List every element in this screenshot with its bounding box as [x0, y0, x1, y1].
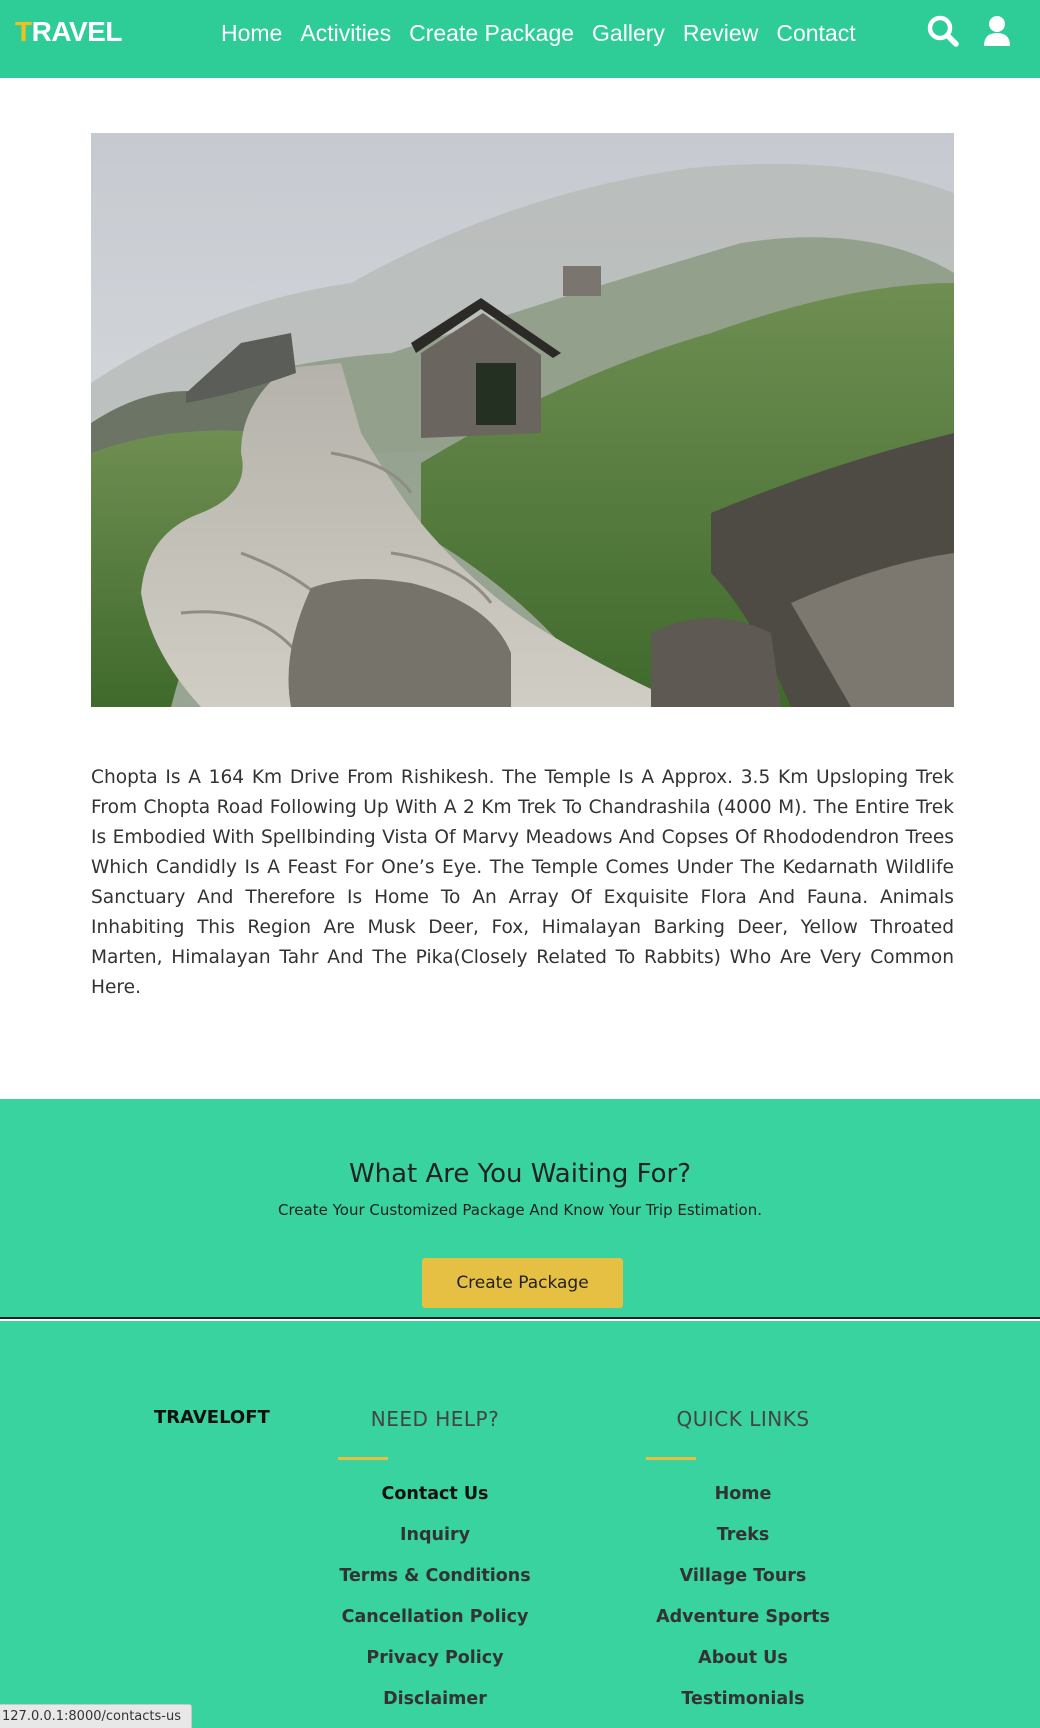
footer-help-column: NEED HELP? Contact Us Inquiry Terms & Co… — [305, 1407, 565, 1720]
footer-link-inquiry[interactable]: Inquiry — [305, 1515, 565, 1556]
search-icon[interactable] — [926, 14, 960, 48]
footer-link-disclaimer[interactable]: Disclaimer — [305, 1679, 565, 1720]
site-logo[interactable]: TRAVEL — [15, 16, 122, 48]
footer-brand: TRAVELOFT — [154, 1407, 270, 1428]
logo-initial: T — [15, 16, 32, 47]
cta-title: What Are You Waiting For? — [348, 1159, 692, 1189]
footer-help-heading: NEED HELP? — [370, 1407, 500, 1431]
main-menu: Home Activities Create Package Gallery R… — [212, 0, 865, 66]
logo-text: RAVEL — [31, 16, 123, 47]
create-package-button[interactable]: Create Package — [422, 1258, 623, 1308]
footer-link-about-us[interactable]: About Us — [613, 1638, 873, 1679]
footer: TRAVELOFT NEED HELP? Contact Us Inquiry … — [0, 1321, 1040, 1728]
footer-link-contact-us[interactable]: Contact Us — [305, 1474, 565, 1515]
footer-link-adventure-sports[interactable]: Adventure Sports — [613, 1597, 873, 1638]
nav-link-review[interactable]: Review — [683, 20, 758, 47]
footer-link-village-tours[interactable]: Village Tours — [613, 1556, 873, 1597]
top-navbar: TRAVEL Home Activities Create Package Ga… — [0, 0, 1040, 78]
footer-link-home[interactable]: Home — [613, 1474, 873, 1515]
cta-section: What Are You Waiting For? Create Your Cu… — [0, 1099, 1040, 1319]
footer-quick-heading: QUICK LINKS — [676, 1407, 810, 1431]
footer-link-testimonials[interactable]: Testimonials — [613, 1679, 873, 1720]
hero-image — [91, 133, 954, 707]
trek-description: Chopta Is A 164 Km Drive From Rishikesh.… — [91, 767, 954, 998]
footer-quick-links-column: QUICK LINKS Home Treks Village Tours Adv… — [613, 1407, 873, 1720]
cta-subtitle: Create Your Customized Package And Know … — [278, 1201, 762, 1219]
footer-link-terms[interactable]: Terms & Conditions — [305, 1556, 565, 1597]
status-bar-url: 127.0.0.1:8000/contacts-us — [0, 1704, 192, 1728]
nav-link-home[interactable]: Home — [221, 20, 282, 47]
nav-link-gallery[interactable]: Gallery — [592, 20, 665, 47]
nav-link-activities[interactable]: Activities — [300, 20, 391, 47]
footer-link-treks[interactable]: Treks — [613, 1515, 873, 1556]
user-icon[interactable] — [980, 14, 1014, 48]
footer-link-privacy[interactable]: Privacy Policy — [305, 1638, 565, 1679]
heading-underline — [646, 1457, 696, 1460]
footer-link-cancellation[interactable]: Cancellation Policy — [305, 1597, 565, 1638]
nav-link-contact[interactable]: Contact — [776, 20, 855, 47]
heading-underline — [338, 1457, 388, 1460]
nav-link-create-package[interactable]: Create Package — [409, 20, 574, 47]
